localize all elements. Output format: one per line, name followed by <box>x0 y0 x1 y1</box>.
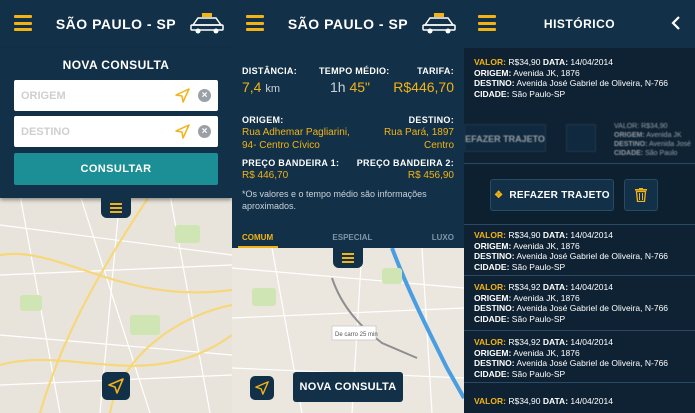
taxi-icon <box>422 13 456 34</box>
redo-route-ghost-button: EFAZER TRAJETO <box>464 124 546 152</box>
back-chevron-icon[interactable] <box>671 16 681 30</box>
history-title: HISTÓRICO <box>543 17 616 31</box>
disclaimer-note: *Os valores e o tempo médio são informaç… <box>242 189 427 211</box>
origin-field: × <box>14 80 218 111</box>
category-tabs: COMUM ESPECIAL LUXO <box>232 226 464 248</box>
origin-address: Rua Adhemar Pagliarini, 94- Centro Cívico <box>242 127 350 151</box>
tab-comum[interactable]: COMUM <box>242 233 273 242</box>
screen-history: HISTÓRICO VALOR: R$34,90 DATA: 14/04/201… <box>464 0 695 413</box>
locate-arrow-icon[interactable] <box>175 124 190 139</box>
form-title: NOVA CONSULTA <box>62 58 170 72</box>
locate-arrow-icon[interactable] <box>175 88 190 103</box>
active-tab-indicator <box>238 246 278 248</box>
flag2-value: R$ 456,90 <box>407 170 454 181</box>
destination-address: Rua Pará, 1897 Centro <box>383 127 454 151</box>
tab-luxo[interactable]: LUXO <box>432 233 454 242</box>
time-label: TEMPO MÉDIO: <box>319 66 390 76</box>
flag2-label: PREÇO BANDEIRA 2: <box>356 158 454 168</box>
distance-label: DISTÂNCIA: <box>242 66 297 76</box>
destination-input[interactable] <box>14 116 164 147</box>
destination-label: DESTINO: <box>408 115 454 125</box>
flag1-label: PREÇO BANDEIRA 1: <box>242 158 340 168</box>
menu-icon[interactable] <box>246 15 264 31</box>
history-entry[interactable]: VALOR: R$34,92 DATA: 14/04/2014 ORIGEM: … <box>474 337 689 379</box>
consult-button[interactable]: CONSULTAR <box>14 153 218 185</box>
history-entry[interactable]: VALOR: R$34,90 DATA: 14/04/2014 <box>474 396 689 407</box>
redo-route-button[interactable]: ❖ REFAZER TRAJETO <box>490 179 614 211</box>
taxi-icon <box>190 13 224 34</box>
navigation-arrow-icon <box>255 381 269 395</box>
origin-input[interactable] <box>14 80 164 111</box>
menu-icon[interactable] <box>14 15 32 31</box>
trash-ghost-icon <box>566 124 596 152</box>
clear-icon[interactable]: × <box>198 125 211 138</box>
divider <box>464 275 695 276</box>
fare-summary: DISTÂNCIA: 7,4 km TEMPO MÉDIO: 1h 45" TA… <box>232 48 464 248</box>
tab-especial[interactable]: ESPECIAL <box>332 233 372 242</box>
route-duration-label: De carro 25 min <box>335 332 378 338</box>
divider <box>464 330 695 331</box>
menu-icon[interactable] <box>478 15 496 31</box>
new-query-button[interactable]: NOVA CONSULTA <box>293 372 403 402</box>
distance-value: 7,4 km <box>242 79 281 95</box>
swiped-history-entry[interactable]: EFAZER TRAJETO VALOR: R$34,90 ORIGEM: Av… <box>464 120 695 157</box>
destination-field: × <box>14 116 218 147</box>
my-location-button[interactable] <box>102 372 130 400</box>
app-header: HISTÓRICO <box>464 0 695 48</box>
flag1-value: R$ 446,70 <box>242 170 289 181</box>
drawer-handle-icon[interactable] <box>101 198 131 218</box>
entry-actions: ❖ REFAZER TRAJETO <box>464 166 695 224</box>
history-entry[interactable]: VALOR: R$34,90 DATA: 14/04/2014 ORIGEM: … <box>474 230 689 272</box>
origin-label: ORIGEM: <box>242 115 284 125</box>
screen-new-query: SÃO PAULO - SP NOVA CONSULTA × × CONSULT… <box>0 0 232 413</box>
footprints-icon: ❖ <box>494 189 504 201</box>
divider <box>464 224 695 225</box>
my-location-button[interactable] <box>250 376 274 400</box>
history-list: VALOR: R$34,90 DATA: 14/04/2014 ORIGEM: … <box>464 48 695 413</box>
divider <box>464 382 695 383</box>
app-header: SÃO PAULO - SP <box>0 0 232 48</box>
app-header: SÃO PAULO - SP <box>232 0 464 48</box>
history-entry[interactable]: VALOR: R$34,92 DATA: 14/04/2014 ORIGEM: … <box>474 282 689 324</box>
divider <box>464 163 695 164</box>
drawer-handle-icon[interactable] <box>333 248 363 268</box>
clear-icon[interactable]: × <box>198 89 211 102</box>
history-entry[interactable]: VALOR: R$34,90 DATA: 14/04/2014 ORIGEM: … <box>474 57 689 99</box>
trash-icon <box>635 188 647 202</box>
fare-value: R$446,70 <box>393 79 454 95</box>
time-value: 1h 45" <box>330 79 371 95</box>
ghost-entry-text: VALOR: R$34,90 ORIGEM: Avenida JK DESTIN… <box>614 123 691 157</box>
navigation-arrow-icon <box>108 378 124 394</box>
delete-button[interactable] <box>624 179 658 211</box>
fare-label: TARIFA: <box>417 66 454 76</box>
screen-result: De carro 25 min SÃO PAULO - SP DISTÂNCIA… <box>232 0 464 413</box>
